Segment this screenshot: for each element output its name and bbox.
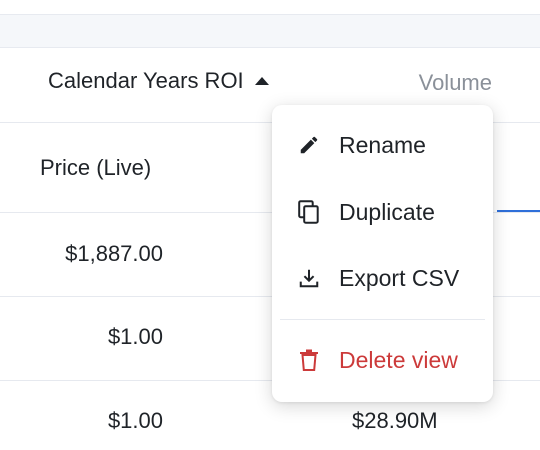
- volume-cell: $28.90M: [352, 408, 438, 433]
- top-band: [0, 0, 540, 14]
- column-header-price[interactable]: Price (Live): [40, 155, 151, 181]
- menu-item-rename[interactable]: Rename: [272, 117, 493, 173]
- sort-ascending-icon[interactable]: [254, 76, 270, 86]
- pencil-icon: [297, 133, 321, 157]
- download-icon: [297, 266, 321, 290]
- table-toolbar-band: [0, 14, 540, 48]
- copy-icon: [297, 200, 321, 224]
- menu-divider: [280, 319, 485, 320]
- sparkline-segment: [497, 210, 540, 212]
- menu-item-label: Export CSV: [339, 264, 460, 291]
- column-header-roi-label: Calendar Years ROI: [48, 68, 244, 93]
- menu-item-label: Rename: [339, 131, 426, 158]
- menu-item-label: Duplicate: [339, 198, 435, 225]
- column-header-volume[interactable]: Volume: [419, 70, 492, 96]
- menu-item-duplicate[interactable]: Duplicate: [272, 184, 493, 240]
- price-cell: $1.00: [107, 408, 163, 433]
- price-cell: $1,887.00: [65, 241, 163, 266]
- column-header-roi[interactable]: Calendar Years ROI: [48, 68, 270, 94]
- trash-icon: [297, 348, 321, 372]
- menu-item-export-csv[interactable]: Export CSV: [272, 250, 493, 306]
- price-cell: $1.00: [107, 324, 163, 349]
- menu-item-label: Delete view: [339, 346, 458, 373]
- menu-item-delete-view[interactable]: Delete view: [272, 332, 493, 388]
- view-options-menu: Rename Duplicate Export CSV Delete view: [272, 105, 493, 402]
